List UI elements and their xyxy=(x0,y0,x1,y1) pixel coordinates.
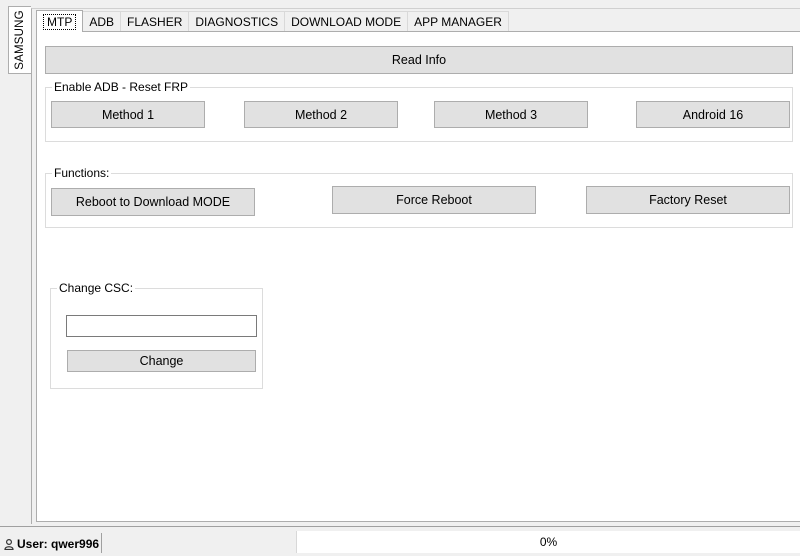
method-1-button[interactable]: Method 1 xyxy=(51,101,205,128)
adb-frp-group: Enable ADB - Reset FRP Method 1 Method 2… xyxy=(45,80,793,142)
change-csc-group: Change CSC: Change xyxy=(50,281,263,389)
tab-mtp[interactable]: MTP xyxy=(36,10,84,32)
tab-adb-label: ADB xyxy=(89,15,115,29)
user-icon xyxy=(4,538,14,550)
status-separator xyxy=(101,533,102,553)
tab-app-manager[interactable]: APP MANAGER xyxy=(407,11,509,32)
user-label: User: qwer996 xyxy=(17,537,100,551)
status-bar: User: qwer996 0% xyxy=(0,526,800,556)
side-tab-samsung[interactable]: SAMSUNG xyxy=(8,6,31,74)
tab-strip: MTP ADB FLASHER DIAGNOSTICS DOWNLOAD MOD… xyxy=(36,10,509,32)
tab-flasher[interactable]: FLASHER xyxy=(120,11,190,32)
factory-reset-button[interactable]: Factory Reset xyxy=(586,186,790,214)
status-user: User: qwer996 xyxy=(4,535,99,553)
tab-adb[interactable]: ADB xyxy=(82,11,122,32)
tab-app-manager-label: APP MANAGER xyxy=(414,15,502,29)
method-3-button[interactable]: Method 3 xyxy=(434,101,588,128)
progress-bar: 0% xyxy=(296,531,800,553)
progress-text: 0% xyxy=(539,535,558,549)
tab-download-mode-label: DOWNLOAD MODE xyxy=(291,15,402,29)
tab-diagnostics[interactable]: DIAGNOSTICS xyxy=(188,11,286,32)
change-csc-group-title: Change CSC: xyxy=(57,281,136,295)
side-tab-label: SAMSUNG xyxy=(14,10,27,70)
android-16-button[interactable]: Android 16 xyxy=(636,101,790,128)
tab-download-mode[interactable]: DOWNLOAD MODE xyxy=(284,11,409,32)
read-info-button[interactable]: Read Info xyxy=(45,46,793,74)
method-2-button[interactable]: Method 2 xyxy=(244,101,398,128)
tab-flasher-label: FLASHER xyxy=(127,15,183,29)
reboot-download-mode-button[interactable]: Reboot to Download MODE xyxy=(51,188,255,216)
functions-group: Functions: Reboot to Download MODE Force… xyxy=(45,166,793,228)
adb-frp-group-title: Enable ADB - Reset FRP xyxy=(52,80,191,94)
csc-input[interactable] xyxy=(66,315,257,337)
change-csc-button[interactable]: Change xyxy=(67,350,256,372)
mtp-tab-panel: Read Info Enable ADB - Reset FRP Method … xyxy=(36,31,800,522)
functions-group-title: Functions: xyxy=(52,166,112,180)
tab-diagnostics-label: DIAGNOSTICS xyxy=(195,15,279,29)
force-reboot-button[interactable]: Force Reboot xyxy=(332,186,536,214)
tab-mtp-label: MTP xyxy=(43,13,77,30)
